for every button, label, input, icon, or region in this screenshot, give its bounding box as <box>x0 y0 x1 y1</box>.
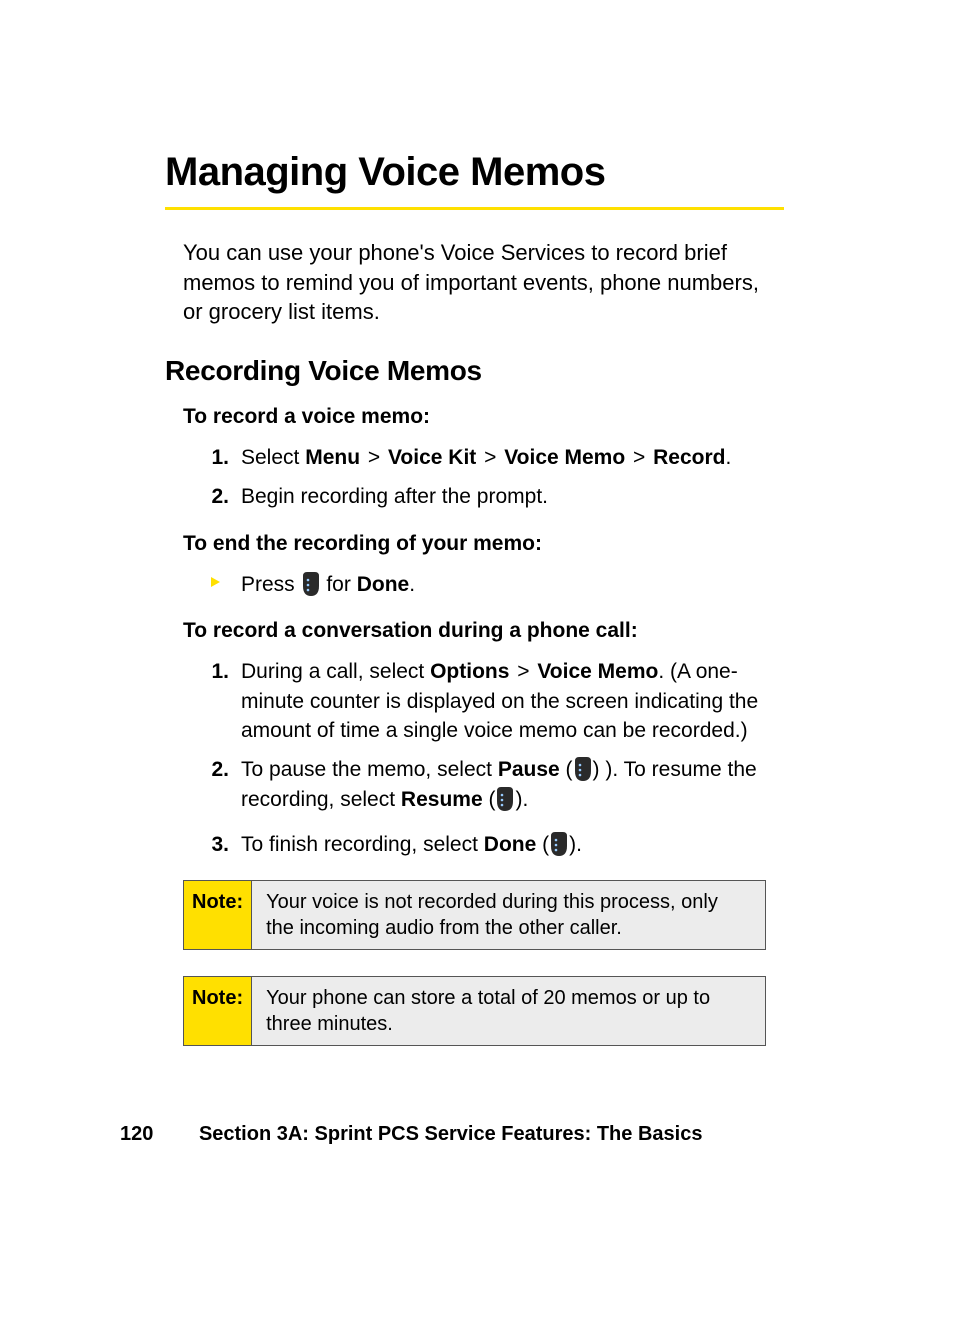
voice-memo-label: Voice Memo <box>537 660 658 683</box>
call-step-1: 1. During a call, select Options > Voice… <box>201 657 781 745</box>
step-text: Begin recording after the prompt. <box>241 485 548 508</box>
voice-memo-label: Voice Memo <box>504 446 625 469</box>
lead-record-call: To record a conversation during a phone … <box>183 619 784 643</box>
resume-label: Resume <box>401 788 483 811</box>
options-label: Options <box>430 660 509 683</box>
section-heading: Recording Voice Memos <box>165 355 784 387</box>
step-number: 2. <box>201 482 229 511</box>
note-text: Your voice is not recorded during this p… <box>252 881 760 949</box>
step-text: Select Menu > Voice Kit > Voice Memo > R… <box>241 446 731 469</box>
step-2: 2. Begin recording after the prompt. <box>201 482 781 511</box>
note-box-1: Note: Your voice is not recorded during … <box>183 880 766 950</box>
lead-record-memo: To record a voice memo: <box>183 405 784 429</box>
note-box-2: Note: Your phone can store a total of 20… <box>183 976 766 1046</box>
softkey-icon <box>301 572 321 596</box>
section-reference: Section 3A: Sprint PCS Service Features:… <box>199 1123 703 1145</box>
softkey-icon <box>549 832 569 856</box>
step-number: 1. <box>201 657 229 686</box>
step-text: To pause the memo, select Pause () ). To… <box>241 758 757 810</box>
step-number: 2. <box>201 755 229 784</box>
pause-label: Pause <box>498 758 560 781</box>
softkey-icon <box>495 787 515 811</box>
step-1: 1. Select Menu > Voice Kit > Voice Memo … <box>201 443 781 472</box>
done-label: Done <box>357 573 410 596</box>
bullet-arrow-icon <box>211 577 220 587</box>
steps-call: 1. During a call, select Options > Voice… <box>201 657 784 859</box>
call-step-2: 2. To pause the memo, select Pause () ).… <box>201 755 781 814</box>
done-label: Done <box>484 833 537 856</box>
voice-kit-label: Voice Kit <box>388 446 476 469</box>
press-done-line: Press for Done. <box>201 570 784 599</box>
document-page: Managing Voice Memos You can use your ph… <box>0 0 954 1336</box>
note-text: Your phone can store a total of 20 memos… <box>252 977 760 1045</box>
title-rule <box>165 207 784 210</box>
step-text: During a call, select Options > Voice Me… <box>241 660 758 742</box>
page-title: Managing Voice Memos <box>165 150 784 195</box>
step-text: To finish recording, select Done (). <box>241 833 582 856</box>
page-footer: 120 Section 3A: Sprint PCS Service Featu… <box>120 1123 702 1146</box>
record-label: Record <box>653 446 725 469</box>
step-number: 3. <box>201 830 229 859</box>
page-number: 120 <box>120 1123 153 1145</box>
note-label: Note: <box>184 881 252 949</box>
menu-label: Menu <box>305 446 360 469</box>
lead-end-recording: To end the recording of your memo: <box>183 532 784 556</box>
note-label: Note: <box>184 977 252 1045</box>
steps-record: 1. Select Menu > Voice Kit > Voice Memo … <box>201 443 784 512</box>
step-number: 1. <box>201 443 229 472</box>
softkey-icon <box>573 757 593 781</box>
intro-paragraph: You can use your phone's Voice Services … <box>183 238 763 327</box>
call-step-3: 3. To finish recording, select Done (). <box>201 830 781 859</box>
